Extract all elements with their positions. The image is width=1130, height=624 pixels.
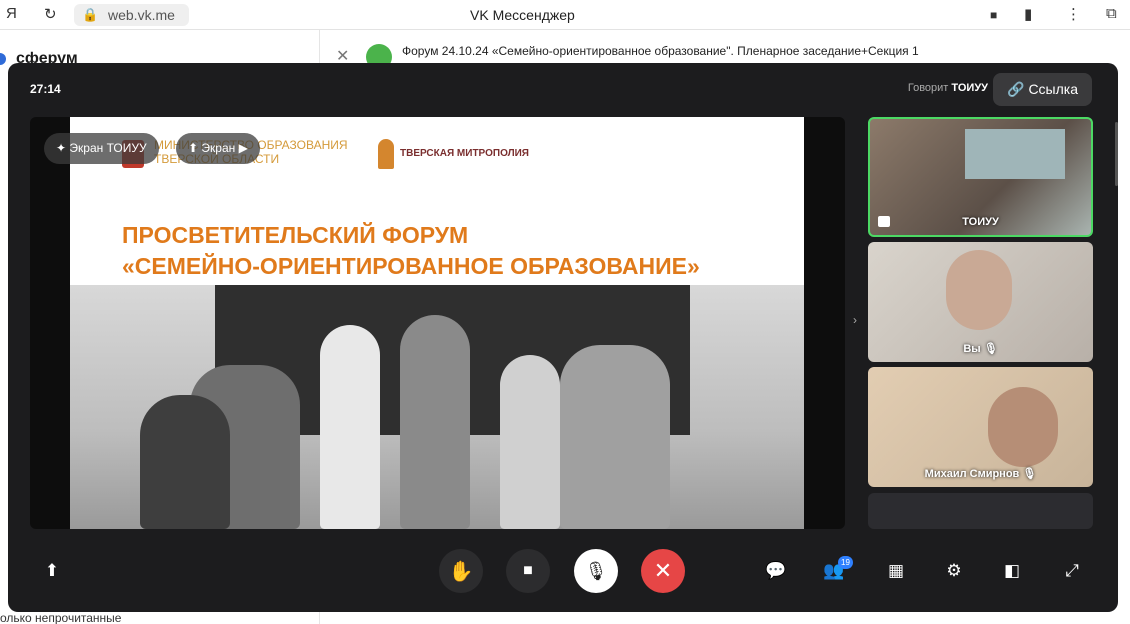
participant-name: Михаил Смирнов 🎙 (924, 468, 1037, 480)
share-screen-button[interactable]: ⬆ (38, 557, 66, 585)
video-icon: ▶ (238, 141, 248, 155)
chat-button[interactable]: 💬 (762, 557, 790, 585)
tab-title: VK Мессенджер (470, 7, 575, 23)
raise-hand-button[interactable]: ✋ (439, 549, 483, 593)
link-button[interactable]: 🔗 Ссылка (993, 73, 1092, 106)
mic-off-icon: 🎙 (983, 343, 998, 355)
call-window: 27:14 Говорит ТОИУУ 🔗 Ссылка МИНИСТЕРСТВ… (8, 63, 1118, 612)
participant-face (946, 250, 1012, 330)
participant-name: Вы 🎙 (963, 343, 998, 355)
presentation-slide: МИНИСТЕРСТВО ОБРАЗОВАНИЯ ТВЕРСКОЙ ОБЛАСТ… (70, 117, 804, 529)
hand-icon: ✋ (448, 560, 474, 583)
settings-button[interactable]: ⚙ (940, 557, 968, 585)
lock-icon: 🔒 (82, 7, 99, 22)
expand-icon: ⤢ (1065, 561, 1079, 580)
child-figure (560, 345, 670, 529)
call-timer: 27:14 (30, 82, 61, 96)
hall-screen (965, 129, 1065, 179)
fullscreen-button[interactable]: ⤢ (1058, 557, 1086, 585)
mic-off-icon: 🎙 (1022, 468, 1037, 480)
chevron-right-icon[interactable]: › (853, 313, 857, 327)
participant-tile[interactable]: ТОИУУ (868, 117, 1093, 237)
picture-in-picture-icon: ◧ (1003, 561, 1021, 580)
child-figure (400, 315, 470, 529)
participant-tile[interactable] (868, 493, 1093, 529)
camera-button[interactable]: ■ (506, 549, 550, 593)
gear-icon: ⚙ (946, 561, 962, 580)
more-icon[interactable]: ⋮ (1066, 5, 1081, 23)
upload-icon: ⬆ (44, 561, 60, 580)
layout-button[interactable]: ▦ (882, 557, 910, 585)
yandex-icon[interactable]: Я (6, 5, 17, 22)
sferum-logo-icon (0, 53, 6, 65)
browser-toolbar: Я ↻ 🔒 web.vk.me VK Мессенджер ■ ▮ ⋮ ⧉ (0, 0, 1130, 30)
screen-chip[interactable]: ⬆ Экран ▶ (176, 133, 260, 164)
child-figure (500, 355, 560, 529)
end-call-button[interactable]: ✕ (641, 549, 685, 593)
child-figure (140, 395, 230, 529)
url-text[interactable]: web.vk.me (108, 7, 175, 23)
unread-filter-label[interactable]: олько непрочитанные (0, 611, 121, 624)
close-icon: ✕ (653, 558, 673, 583)
participant-tile[interactable]: Вы 🎙 (868, 242, 1093, 362)
minimize-button[interactable]: ◧ (998, 557, 1026, 585)
camera-icon[interactable]: ■ (990, 8, 997, 22)
speaking-name: ТОИУУ (951, 82, 988, 94)
pinned-screen-chip[interactable]: ✦ Экран ТОИУУ (44, 133, 159, 164)
pin-icon: ✦ (56, 141, 67, 155)
link-icon: 🔗 (1007, 81, 1025, 97)
chat-title: Форум 24.10.24 «Семейно-ориентированное … (402, 44, 919, 58)
participants-count-badge: 19 (838, 556, 853, 569)
participants-scrollbar[interactable] (1115, 122, 1118, 186)
extension-icon[interactable]: ⧉ (1106, 5, 1117, 22)
screen-share-stage[interactable]: МИНИСТЕРСТВО ОБРАЗОВАНИЯ ТВЕРСКОЙ ОБЛАСТ… (30, 117, 845, 529)
microphone-button[interactable]: 🎙 (574, 549, 618, 593)
link-label: Ссылка (1028, 81, 1078, 97)
reload-icon[interactable]: ↻ (44, 5, 57, 23)
classroom-photo (70, 285, 804, 529)
speaking-label: Говорит (907, 82, 949, 94)
child-figure (320, 325, 380, 529)
screen-share-icon: ⬆ (188, 141, 199, 155)
grid-icon: ▦ (887, 561, 905, 580)
church-emblem-icon (378, 139, 394, 169)
video-camera-icon: ■ (523, 562, 533, 579)
chat-bubble-icon: 💬 (765, 561, 787, 580)
slide-title: ПРОСВЕТИТЕЛЬСКИЙ ФОРУМ «СЕМЕЙНО-ОРИЕНТИР… (122, 222, 700, 279)
participant-name: ТОИУУ (962, 216, 999, 228)
mitropoliya-logo-text: ТВЕРСКАЯ МИТРОПОЛИЯ (400, 148, 529, 159)
mic-off-icon: 🎙 (584, 560, 608, 581)
participant-face (988, 387, 1058, 467)
bookmark-icon[interactable]: ▮ (1024, 5, 1032, 23)
speaking-indicator: Говорит ТОИУУ (908, 82, 988, 94)
participant-tile[interactable]: Михаил Смирнов 🎙 (868, 367, 1093, 487)
